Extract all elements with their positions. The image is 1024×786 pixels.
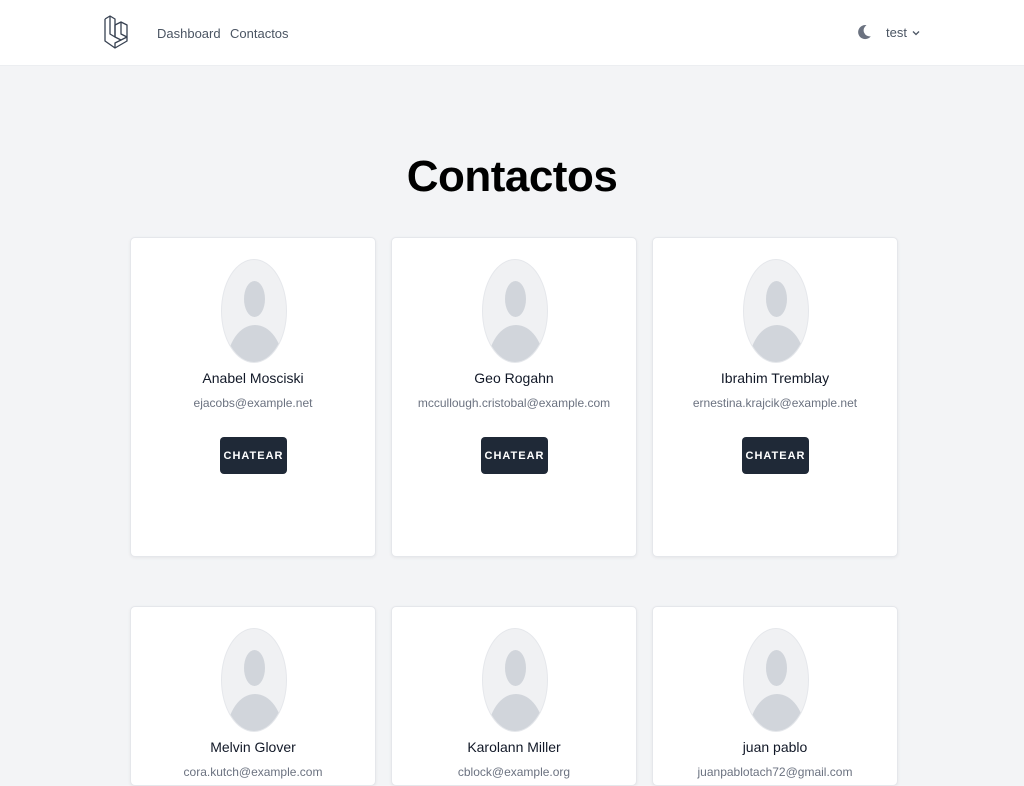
laravel-logo-icon[interactable] (104, 15, 128, 50)
chevron-down-icon (912, 30, 920, 35)
contact-card: Anabel Mosciski ejacobs@example.net CHAT… (130, 237, 376, 557)
contact-name: Geo Rogahn (474, 370, 554, 386)
contact-card: Karolann Miller cblock@example.org (391, 606, 637, 786)
avatar-placeholder-icon (743, 628, 809, 732)
contact-name: juan pablo (742, 739, 808, 755)
contact-card: Geo Rogahn mccullough.cristobal@example.… (391, 237, 637, 557)
chat-button[interactable]: CHATEAR (220, 437, 287, 474)
contact-name: Melvin Glover (210, 739, 296, 755)
moon-icon[interactable] (856, 24, 872, 40)
contact-email: ernestina.krajcik@example.net (692, 396, 858, 410)
contact-card: juan pablo juanpablotach72@gmail.com (652, 606, 898, 786)
chat-button[interactable]: CHATEAR (742, 437, 809, 474)
contact-name: Karolann Miller (467, 739, 561, 755)
nav-link-dashboard[interactable]: Dashboard (157, 26, 221, 41)
avatar-placeholder-icon (482, 628, 548, 732)
contact-email: cora.kutch@example.com (183, 765, 323, 779)
contact-email: ejacobs@example.net (193, 396, 313, 410)
avatar-placeholder-icon (221, 628, 287, 732)
contact-email: cblock@example.org (457, 765, 571, 779)
contact-name: Ibrahim Tremblay (720, 370, 830, 386)
chat-button[interactable]: CHATEAR (481, 437, 548, 474)
avatar-placeholder-icon (482, 259, 548, 363)
contact-email: mccullough.cristobal@example.com (417, 396, 611, 410)
user-menu[interactable]: test (886, 25, 920, 40)
contact-card: Melvin Glover cora.kutch@example.com (130, 606, 376, 786)
nav-link-contactos[interactable]: Contactos (230, 26, 289, 41)
contact-email: juanpablotach72@gmail.com (697, 765, 853, 779)
page-title: Contactos (406, 152, 618, 201)
avatar-placeholder-icon (221, 259, 287, 363)
contact-name: Anabel Mosciski (202, 370, 304, 386)
user-name: test (886, 25, 907, 40)
contact-card: Ibrahim Tremblay ernestina.krajcik@examp… (652, 237, 898, 557)
top-navbar: Dashboard Contactos test (0, 0, 1024, 66)
avatar-placeholder-icon (743, 259, 809, 363)
